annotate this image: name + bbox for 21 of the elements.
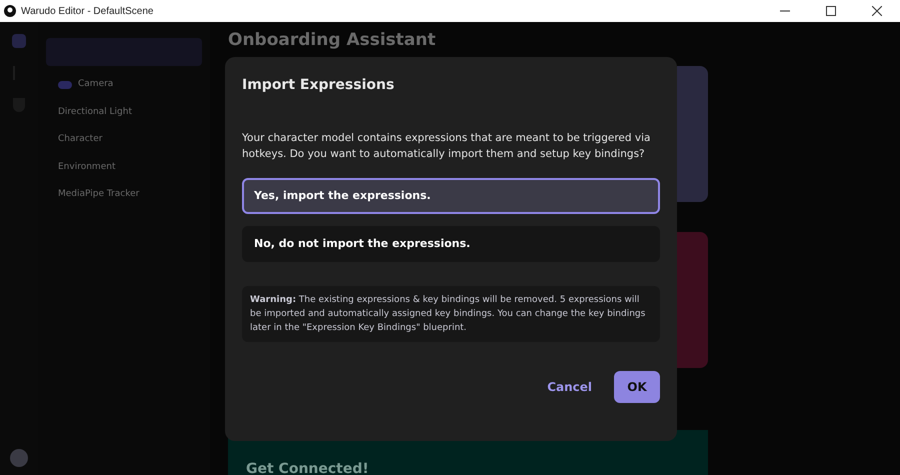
avatar-icon[interactable] [10, 449, 28, 467]
page-heading: Onboarding Assistant [228, 30, 437, 50]
warning-message: Warning: The existing expressions & key bindings will be removed. 5 expressions will be imported and automatically assigned key bindings. You can change the key bindings later in the "Expression Key Bindings" blueprint. [242, 286, 660, 342]
sidebar-item[interactable]: Environment [58, 160, 116, 174]
close-icon [872, 6, 882, 16]
sidebar-item[interactable]: MediaPipe Tracker [58, 188, 140, 202]
option-button[interactable]: Yes, import the expressions. [242, 178, 660, 214]
card-title: Get Connected! [246, 461, 369, 475]
camera-icon [58, 80, 72, 89]
sidebar-item[interactable]: Character [58, 133, 102, 146]
ok-button[interactable]: OK [614, 371, 660, 403]
scene-icon[interactable] [12, 34, 26, 48]
dialog-title: Import Expressions [242, 76, 396, 95]
app-logo-icon [4, 5, 16, 17]
dialog-message: Your character model contains expressions that are meant to be triggered via hotkeys. Do you want to automatically import them and setup key bindings? [242, 131, 652, 162]
window-title: Warudo Editor - DefaultScene [21, 4, 154, 18]
option-button[interactable]: No, do not import the expressions. [242, 226, 660, 262]
maximize-icon [826, 6, 836, 16]
sidebar-item[interactable]: Camera [78, 78, 114, 92]
cancel-button[interactable]: Cancel [547, 378, 592, 396]
sidebar-item[interactable]: Directional Light [58, 106, 132, 119]
